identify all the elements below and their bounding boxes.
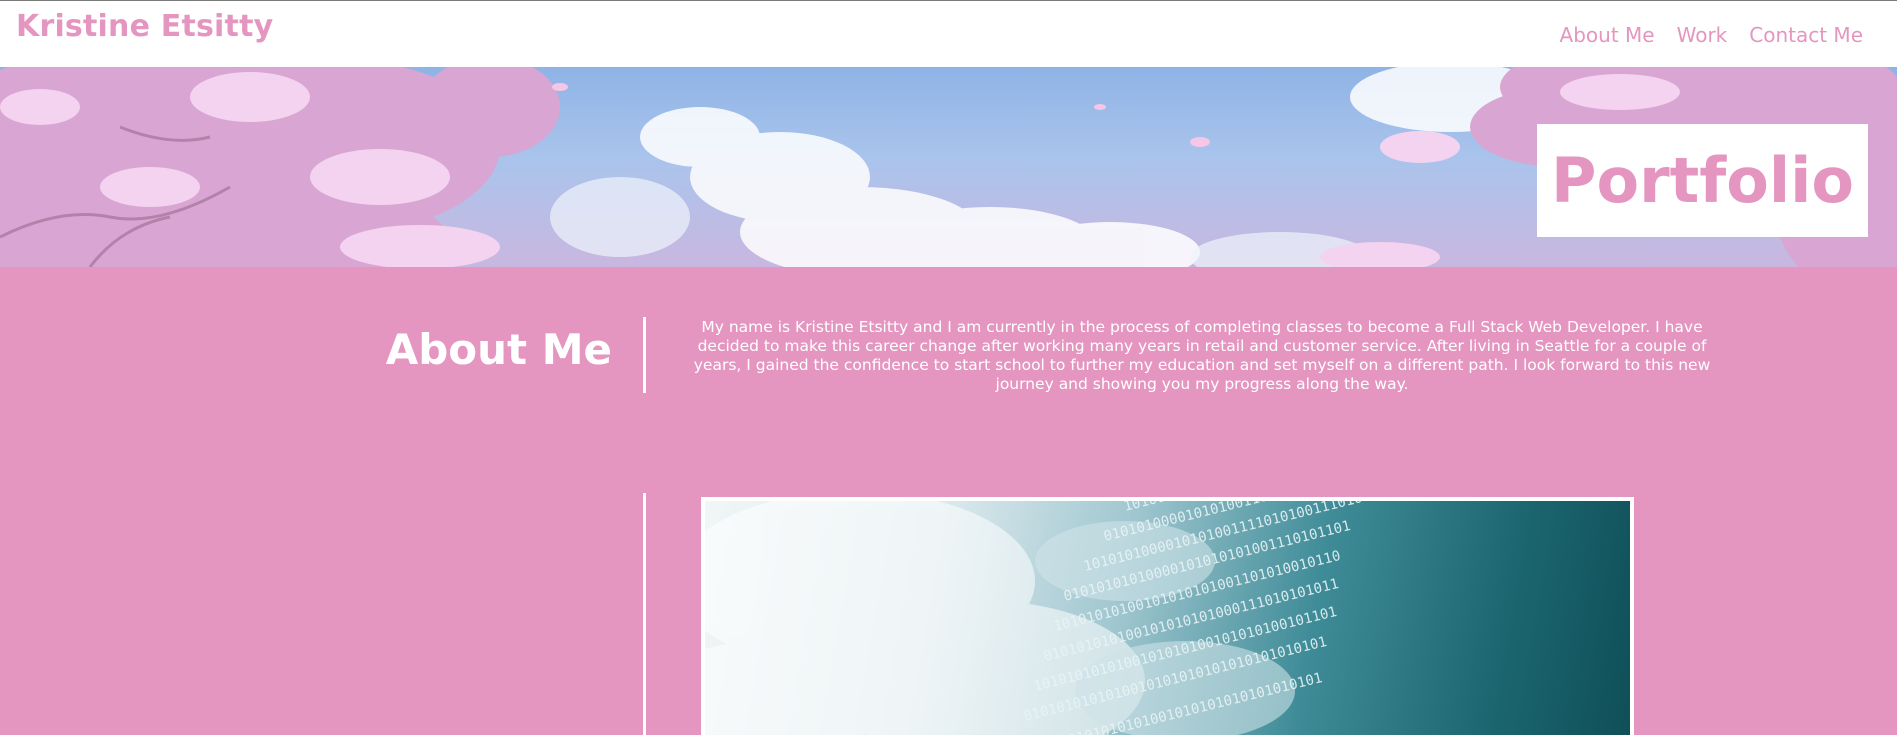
section-divider-top [643, 317, 646, 393]
about-text: My name is Kristine Etsitty and I am cur… [693, 318, 1711, 393]
main-nav: About Me Work Contact Me [1560, 23, 1863, 47]
binary-code-wave-image: 1010000101010001111011010 01010100001010… [705, 501, 1368, 735]
hero-banner: Portfolio [0, 67, 1897, 267]
hero-title: Portfolio [1551, 144, 1854, 217]
about-heading: About Me [385, 325, 612, 374]
section-divider-bottom [643, 493, 646, 735]
nav-link-contact-me[interactable]: Contact Me [1749, 23, 1863, 47]
site-title[interactable]: Kristine Etsitty [16, 9, 273, 44]
hero-title-card: Portfolio [1537, 124, 1868, 237]
site-header: Kristine Etsitty About Me Work Contact M… [0, 0, 1897, 67]
nav-link-work[interactable]: Work [1677, 23, 1728, 47]
work-image-frame[interactable]: 1010000101010001111011010 01010100001010… [701, 497, 1634, 735]
nav-link-about-me[interactable]: About Me [1560, 23, 1655, 47]
